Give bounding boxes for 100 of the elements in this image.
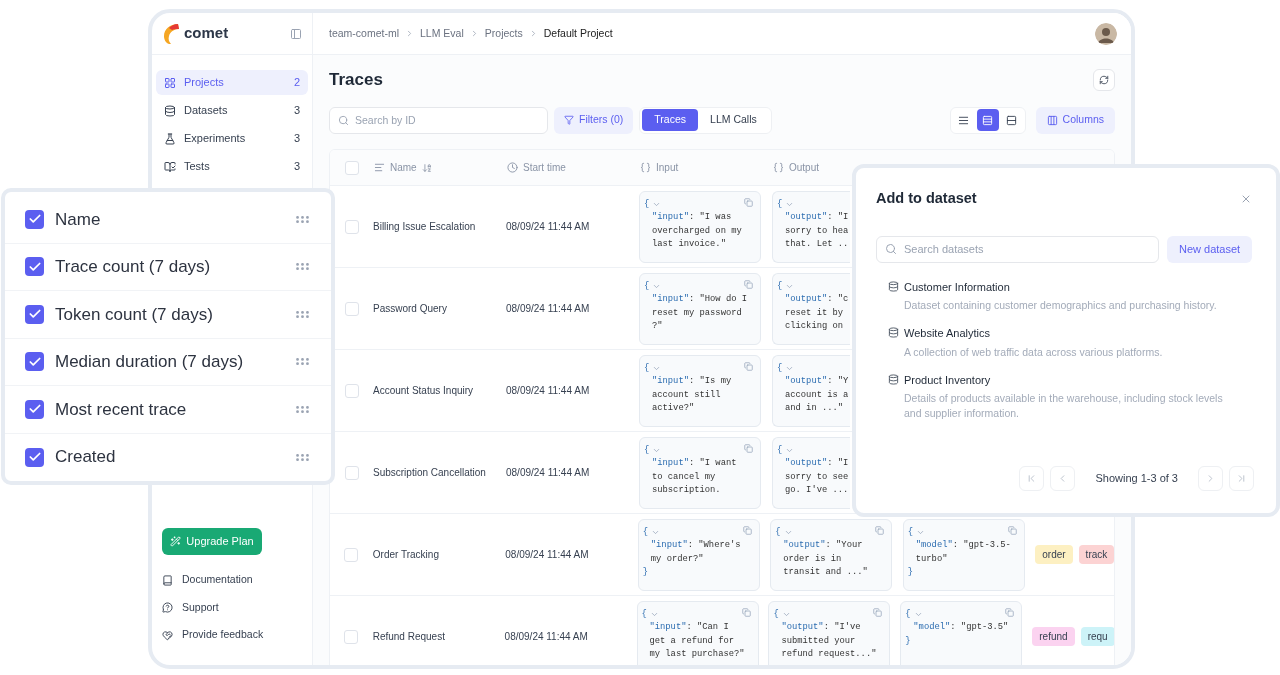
refresh-icon — [1099, 75, 1109, 85]
checkbox[interactable] — [344, 465, 359, 480]
refresh-button[interactable] — [1093, 69, 1115, 91]
search-field[interactable]: Search datasets — [876, 235, 1159, 263]
brace: { — [777, 361, 783, 375]
brace: { — [777, 279, 783, 293]
table-row[interactable]: Refund Request 08/09/24 11:44 AM { "input": "Can I get a refund for my last purchase?" { "output": "I've submitted your refund request..." { "model": "gpt-3.5" } refund requ — [330, 596, 1114, 665]
column-option[interactable]: Created — [5, 433, 331, 481]
database-icon — [888, 373, 899, 385]
sidebar-item[interactable]: Experiments 3 — [156, 126, 308, 151]
logo-text: comet — [184, 23, 229, 44]
copy-icon[interactable] — [1007, 525, 1017, 535]
breadcrumb-link[interactable]: Projects — [484, 25, 523, 42]
column-option[interactable]: Token count (7 days) — [5, 291, 331, 339]
sort-icon[interactable] — [421, 162, 432, 173]
checkbox[interactable] — [344, 301, 359, 316]
sidebar-item[interactable]: Tests 3 — [156, 154, 308, 179]
brace: { — [644, 279, 650, 293]
code-line: go. I've ... — [784, 484, 849, 497]
table-cell: 08/09/24 11:44 AM — [505, 549, 589, 560]
sidebar-link[interactable]: Support — [162, 594, 302, 622]
breadcrumb-link[interactable]: team-comet-ml — [329, 25, 399, 42]
brace: { — [907, 525, 914, 539]
view-tab[interactable]: Traces — [642, 109, 699, 131]
clock-icon — [507, 162, 518, 173]
row-height-toggle[interactable] — [976, 109, 999, 131]
code-line: "output": "c — [784, 293, 849, 306]
table-cell: Billing Issue Escalation — [373, 221, 476, 232]
checkbox[interactable] — [25, 447, 44, 467]
filters-button[interactable]: Filters (0) — [554, 106, 634, 134]
new-dataset-button[interactable]: New dataset — [1167, 235, 1253, 263]
column-option[interactable]: Name — [5, 196, 331, 244]
brace: { — [777, 443, 783, 457]
code-line: sorry to hea — [784, 224, 849, 238]
sidebar-item[interactable]: Projects 2 — [156, 70, 308, 95]
lines-icon — [374, 162, 385, 173]
sidebar-link[interactable]: Documentation — [162, 566, 302, 594]
table-cell: 08/09/24 11:44 AM — [504, 631, 588, 642]
checkbox[interactable] — [25, 352, 44, 372]
view-tab[interactable]: LLM Calls — [698, 109, 769, 131]
checkbox[interactable] — [25, 209, 44, 229]
code-line: get a refund for — [648, 634, 734, 648]
checkbox[interactable] — [344, 383, 359, 398]
avatar[interactable] — [1095, 22, 1117, 45]
brace: } — [905, 634, 911, 648]
checkbox[interactable] — [25, 257, 44, 277]
code-line: "input": "Where's — [649, 539, 741, 552]
sidebar-item[interactable]: Datasets 3 — [156, 98, 308, 123]
copy-icon[interactable] — [873, 607, 883, 617]
checkbox[interactable] — [344, 547, 359, 562]
table-cell: Refund Request — [372, 631, 445, 642]
filter-icon — [564, 115, 574, 125]
tag: requ — [1080, 627, 1114, 646]
code-line: ?" — [651, 320, 663, 333]
breadcrumb-link[interactable]: LLM Eval — [420, 25, 464, 42]
checkbox[interactable] — [344, 629, 359, 644]
item-count: 3 — [293, 131, 300, 147]
code-line: "model": "gpt-3.5" — [912, 621, 1009, 634]
copy-icon[interactable] — [1005, 607, 1015, 617]
checkbox[interactable] — [25, 399, 44, 419]
checkbox[interactable] — [25, 304, 44, 324]
nav-icon — [164, 104, 176, 117]
code-line: and in ..." — [784, 402, 844, 415]
brace: { — [905, 607, 911, 621]
tag: refund — [1032, 627, 1075, 646]
table-cell: Order Tracking — [372, 549, 439, 560]
search-icon — [885, 242, 897, 255]
checkbox[interactable] — [344, 219, 359, 234]
chevron-right-icon — [405, 29, 414, 38]
code-line: "input": "How do I — [651, 293, 748, 306]
columns-button[interactable]: Columns — [1035, 106, 1115, 134]
copy-icon[interactable] — [744, 197, 753, 207]
column-option[interactable]: Most recent trace — [5, 386, 331, 434]
copy-icon[interactable] — [744, 279, 753, 289]
dataset-name: Customer Information — [904, 279, 1011, 295]
copy-icon[interactable] — [744, 361, 753, 371]
sidebar-toggle-icon[interactable] — [290, 27, 302, 40]
code-line: order is in — [782, 552, 842, 566]
checkbox[interactable] — [344, 160, 359, 175]
copy-icon[interactable] — [744, 443, 753, 453]
code-line: subscription. — [651, 484, 721, 497]
database-icon — [888, 280, 899, 292]
sidebar-link[interactable]: Provide feedback — [162, 621, 302, 649]
copy-icon[interactable] — [741, 607, 751, 617]
code-line: "model": "gpt-3.5- — [914, 539, 1011, 552]
column-option[interactable]: Trace count (7 days) — [5, 243, 331, 291]
table-row[interactable]: Order Tracking 08/09/24 11:44 AM { "input": "Where's my order?" } { "output": "Your order is in transit and ..." { "model": "gpt-3.5- turbo" } order track — [330, 514, 1114, 596]
code-line: account is a — [784, 388, 849, 402]
table-cell: Account Status Inquiry — [373, 385, 474, 396]
copy-icon[interactable] — [742, 525, 752, 535]
page-title: Traces — [329, 69, 383, 92]
column-option[interactable]: Median duration (7 days) — [5, 338, 331, 386]
code-line: turbo" — [914, 552, 948, 566]
copy-icon[interactable] — [875, 525, 885, 535]
search-field[interactable]: Search by ID — [329, 106, 548, 134]
code-line: overcharged on my — [651, 224, 742, 238]
breadcrumb-link[interactable]: Default Project — [543, 25, 613, 42]
code-line: "input": "I want — [651, 457, 737, 470]
brace: { — [773, 607, 779, 621]
brace: { — [642, 525, 649, 539]
